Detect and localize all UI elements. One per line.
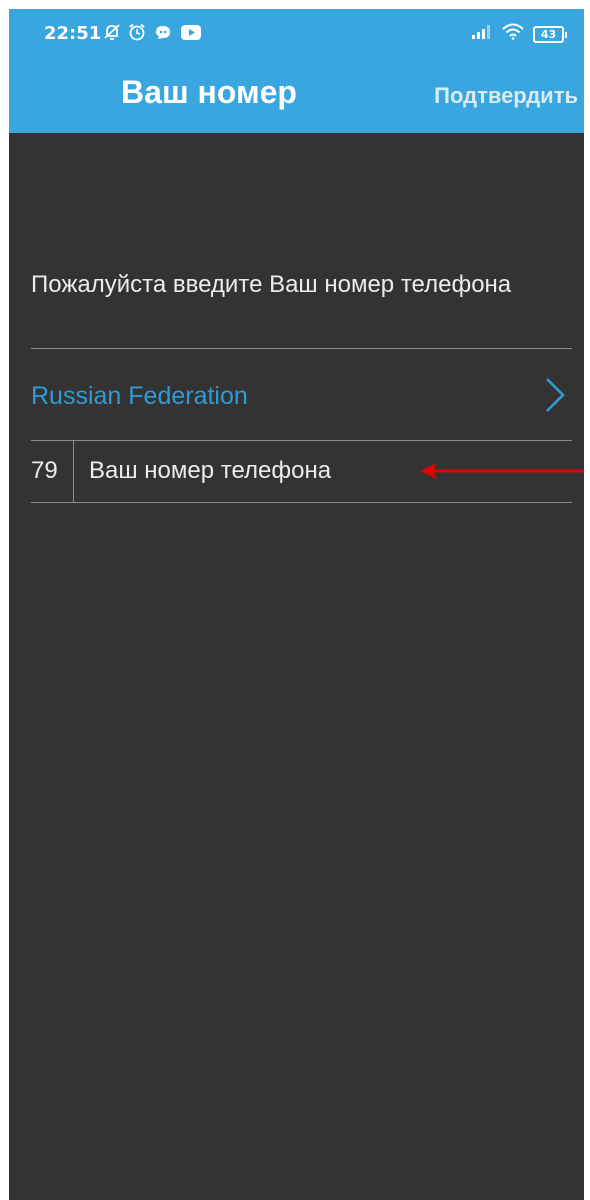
country-selector[interactable]: Russian Federation <box>31 349 572 440</box>
battery-icon: 43 <box>533 25 567 43</box>
youtube-icon <box>180 24 202 46</box>
phone-prompt-text: Пожалуйста введите Ваш номер телефона <box>31 271 512 298</box>
status-icons-left <box>103 23 202 46</box>
app-bar: Ваш номер Подтвердить <box>9 50 584 133</box>
notifications-off-icon <box>103 23 121 46</box>
red-arrow-left-icon <box>419 459 584 488</box>
divider-bottom <box>31 502 572 503</box>
page-title: Ваш номер <box>121 74 297 110</box>
wifi-icon <box>502 23 524 45</box>
phone-country-code[interactable]: 79 <box>31 457 58 485</box>
phone-screen: 22:51 43 Ваш номер Подтвердить Пожалуйст… <box>9 9 584 1200</box>
confirm-button[interactable]: Подтвердить <box>434 83 578 109</box>
status-icons-right: 43 <box>471 23 567 45</box>
alarm-icon <box>128 23 146 46</box>
country-name: Russian Federation <box>31 382 248 410</box>
signal-icon <box>471 24 493 45</box>
status-bar: 22:51 43 <box>9 9 584 50</box>
code-separator <box>73 441 74 502</box>
chat-icon <box>153 23 173 46</box>
chevron-right-icon <box>544 377 566 418</box>
status-time: 22:51 <box>44 23 102 44</box>
